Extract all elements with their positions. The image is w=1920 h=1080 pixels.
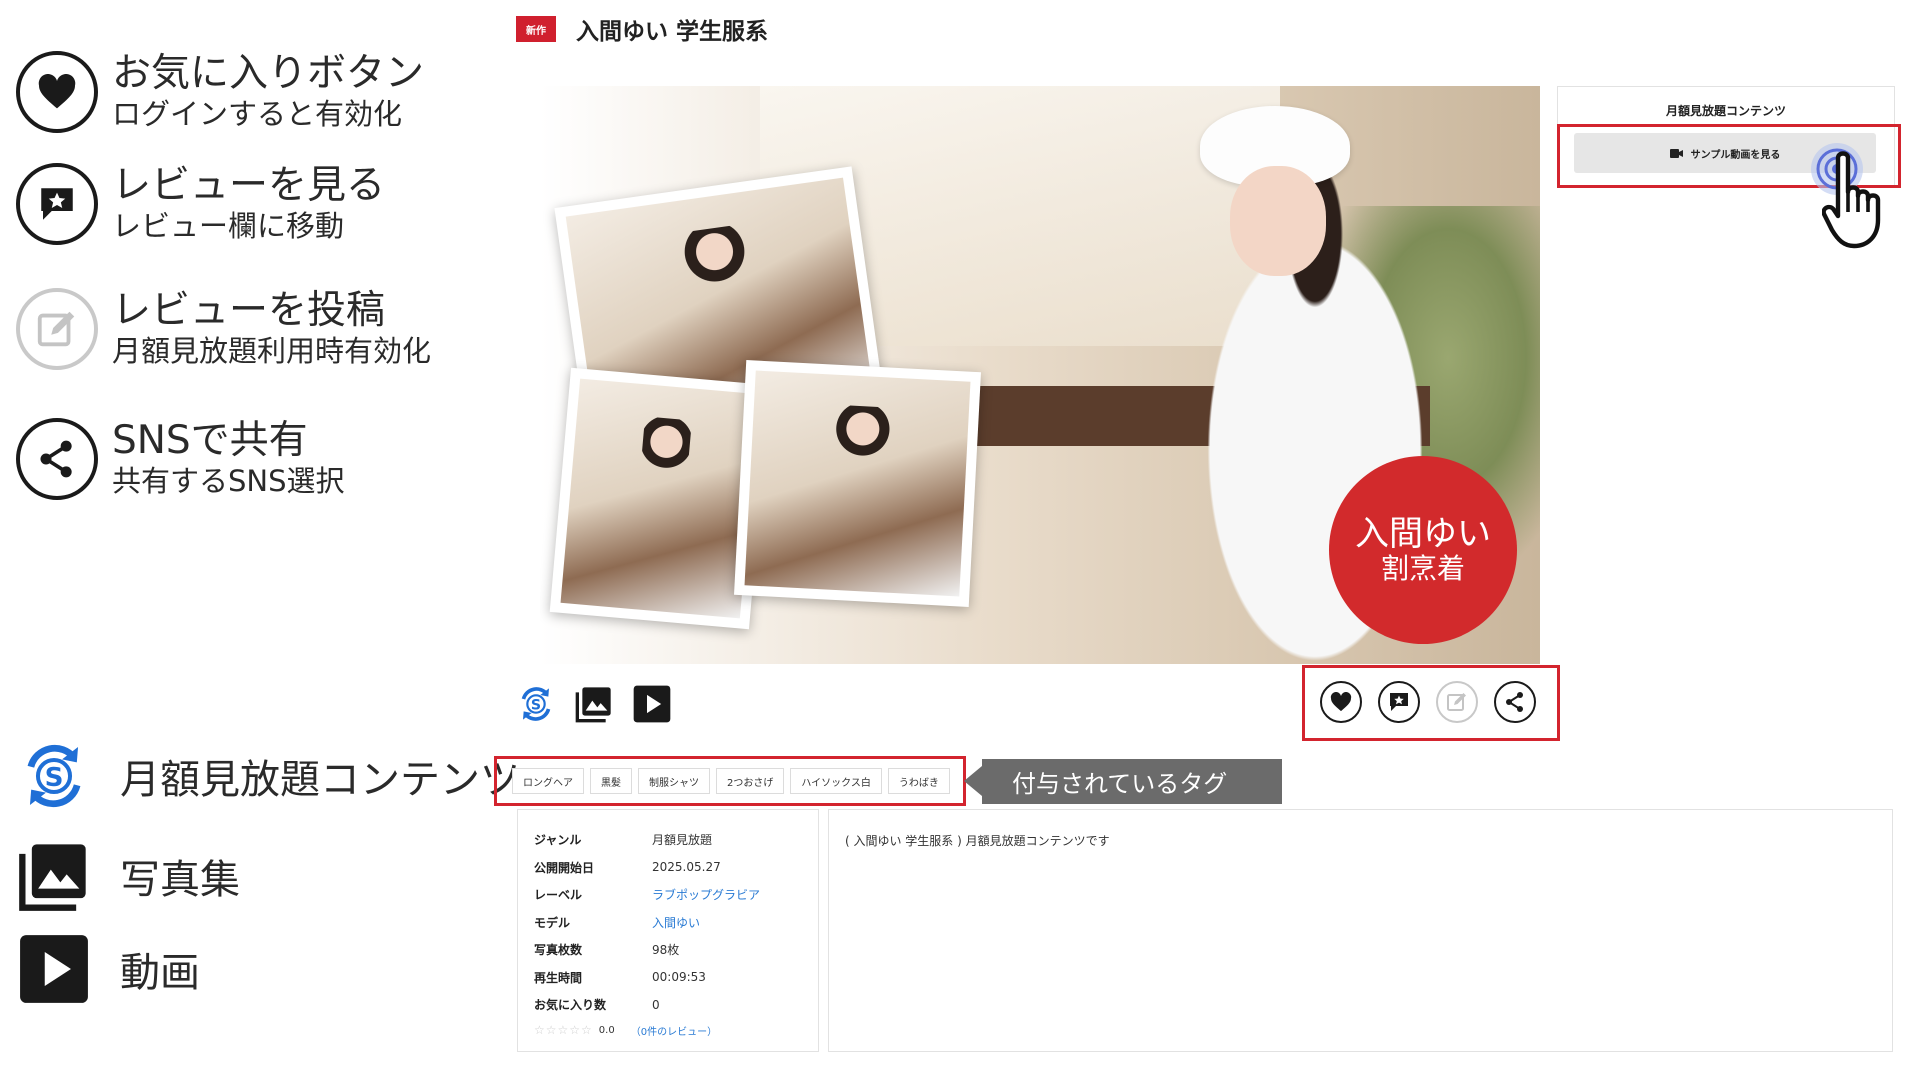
subscription-icon: S [16,738,92,814]
info-row-duration: 再生時間 00:09:53 [518,964,818,992]
info-key: レーベル [534,888,583,903]
info-key: 再生時間 [534,970,583,985]
tag-item[interactable]: ハイソックス白 [790,768,882,794]
legend-subscription-label: 月額見放題コンテンツ [120,757,520,803]
info-value: 月額見放題 [652,833,713,848]
edit-review-icon [1447,693,1466,711]
info-key: ジャンル [534,833,582,848]
legend-view-review-sub: レビュー欄に移動 [112,209,345,243]
info-key: 写真枚数 [534,943,583,958]
tag-item[interactable]: 黒髪 [590,768,632,794]
product-description: ( 入間ゆい 学生服系 ) 月額見放題コンテンツです [828,809,1893,1052]
info-row-photo-count: 写真枚数 98枚 [518,936,818,964]
cover-title-stamp: 入間ゆい 割烹着 [1329,456,1517,644]
review-star-icon [16,163,98,245]
tag-item[interactable]: 2つおさげ [716,768,785,794]
share-button[interactable] [1494,681,1536,723]
photo-gallery-icon [575,687,611,723]
info-row-release-date: 公開開始日 2025.05.27 [518,854,818,882]
model-link[interactable]: 入間ゆい [652,914,700,931]
legend-post-review-title: レビューを投稿 [112,288,386,333]
cover-stamp-sub: 割烹着 [1380,552,1465,585]
product-info-table: ジャンル 月額見放題 公開開始日 2025.05.27 レーベル ラブポップグラ… [517,809,819,1052]
edit-review-icon [16,288,98,370]
action-icons [1320,681,1536,723]
info-value: 2025.05.27 [652,860,721,875]
tag-item[interactable]: うわばき [887,768,950,794]
legend-favorite-sub: ログインすると有効化 [112,97,403,131]
info-row-favorites: お気に入り数 0 [518,991,818,1019]
legend-view-review-title: レビューを見る [112,163,386,208]
legend-share-title: SNSで共有 [112,418,308,463]
favorite-button[interactable] [1320,681,1362,723]
legend-favorite-title: お気に入りボタン [112,51,425,96]
hand-pointer-icon [1822,151,1881,249]
media-type-icons: S [516,684,672,724]
product-title: 入間ゆい 学生服系 [576,19,769,45]
cover-inset-photo [734,360,981,607]
legend-view-review: レビューを見る レビュー欄に移動 [16,163,385,245]
legend-share: SNSで共有 共有するSNS選択 [16,418,345,500]
info-row-model: モデル 入間ゆい [518,909,818,937]
svg-text:S: S [45,763,64,793]
svg-text:S: S [531,697,541,713]
heart-icon [16,51,98,133]
legend-share-sub: 共有するSNS選択 [112,464,345,498]
share-icon [1506,692,1523,712]
cover-model-face [1230,166,1326,276]
new-badge: 新作 [516,16,556,42]
side-box-title: 月額見放題コンテンツ [1665,104,1786,118]
tag-item[interactable]: ロングヘア [512,768,584,794]
legend-subscription: S 月額見放題コンテンツ [16,738,520,814]
legend-video: 動画 [16,931,200,1007]
cover-stamp-name: 入間ゆい [1355,514,1491,554]
info-value: 98枚 [652,943,680,958]
legend-post-review-sub: 月額見放題利用時有効化 [112,334,432,368]
review-count-link[interactable]: （0件のレビュー） [631,1023,717,1038]
video-play-icon [16,931,92,1007]
legend-photo-label: 写真集 [120,857,240,903]
rating-stars: ☆☆☆☆☆ [534,1023,593,1037]
cover-image[interactable]: 入間ゆい 割烹着 [540,86,1540,664]
subscription-icon: S [521,687,551,721]
legend-post-review: レビューを投稿 月額見放題利用時有効化 [16,288,431,370]
tag-item[interactable]: 制服シャツ [638,768,710,794]
post-review-button[interactable] [1436,681,1478,723]
info-key: お気に入り数 [534,998,607,1013]
review-star-icon [1390,693,1408,711]
label-link[interactable]: ラブポップグラビア [652,886,760,903]
info-value: 00:09:53 [652,970,706,985]
heart-icon [1330,692,1352,712]
photo-gallery-icon [16,838,92,914]
info-row-label: レーベル ラブポップグラビア [518,881,818,909]
rating-row: ☆☆☆☆☆ 0.0 （0件のレビュー） [518,1023,818,1038]
description-text: ( 入間ゆい 学生服系 ) 月額見放題コンテンツです [845,834,1110,848]
rating-score: 0.0 [598,1024,615,1036]
tag-list: ロングヘア 黒髪 制服シャツ 2つおさげ ハイソックス白 うわばき [512,768,950,794]
view-review-button[interactable] [1378,681,1420,723]
share-icon [16,418,98,500]
legend-favorite: お気に入りボタン ログインすると有効化 [16,51,424,133]
info-row-genre: ジャンル 月額見放題 [518,826,818,854]
product-header: 新作 入間ゆい 学生服系 [516,12,768,46]
tags-callout: 付与されているタグ [964,759,1282,804]
info-value: 0 [652,997,660,1012]
legend-photo: 写真集 [16,838,240,914]
video-play-icon [633,685,671,723]
legend-video-label: 動画 [120,950,200,996]
info-key: 公開開始日 [534,860,595,875]
info-key: モデル [534,915,571,930]
